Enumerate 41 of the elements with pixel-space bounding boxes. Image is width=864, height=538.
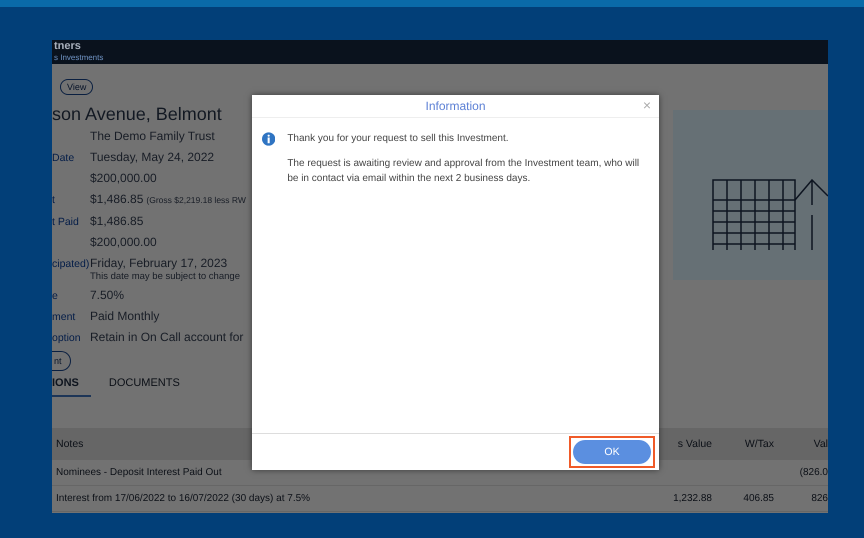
detail-note: (Gross $2,219.18 less RW — [146, 195, 246, 205]
table-cell-text: 406.85 — [742, 493, 775, 504]
view-button[interactable]: View — [60, 79, 94, 95]
close-button[interactable]: × — [638, 97, 655, 113]
table-cell-text: (826.0 — [798, 467, 828, 478]
detail-label: e — [52, 289, 59, 302]
tab[interactable]: IONS — [52, 374, 91, 397]
detail-label: t Paid — [52, 215, 80, 228]
column-header: s Value — [676, 438, 713, 450]
action-button[interactable]: nt — [52, 351, 71, 371]
table-cell-text: 826 — [810, 493, 828, 504]
table-cell-text: Interest from 17/06/2022 to 16/07/2022 (30 days) at 7.5% — [55, 493, 310, 504]
detail-value: $1,486.85 — [90, 192, 144, 206]
detail-value: Tuesday, May 24, 2022 — [90, 150, 214, 164]
table-cell-text: Nominees - Deposit Interest Paid Out — [55, 467, 222, 478]
table-cell-text: 1,232.88 — [672, 493, 713, 504]
detail-label: option — [52, 331, 82, 344]
column-header: W/Tax — [744, 438, 775, 450]
property-title: son Avenue, Belmont — [52, 104, 222, 125]
detail-value: The Demo Family Trust — [90, 129, 215, 143]
detail-label: ment — [52, 310, 76, 323]
ok-button[interactable]: OK — [573, 440, 651, 464]
detail-label: cipated) — [52, 257, 90, 270]
detail-value: Retain in On Call account for — [90, 330, 244, 344]
detail-value: $200,000.00 — [90, 235, 157, 249]
dialog-message: The request is awaiting review and approval from the Investment team, who will be in contact via email within the next 2 business days. — [287, 157, 640, 186]
detail-value: Paid Monthly — [90, 309, 160, 323]
column-header: Val — [812, 438, 828, 450]
dialog-message: Thank you for your request to sell this Investment. — [287, 132, 510, 146]
detail-value: 7.50% — [90, 288, 124, 302]
detail-value: $200,000.00 — [90, 171, 157, 185]
brand-name: tners — [54, 40, 82, 53]
dialog-title: Information — [425, 99, 486, 113]
column-header: Notes — [55, 438, 84, 450]
tab[interactable]: DOCUMENTS — [108, 374, 192, 397]
detail-label: Date — [52, 151, 76, 164]
detail-note: This date may be subject to change — [90, 271, 241, 282]
brand-tagline: s Investments — [54, 53, 104, 63]
detail-value: Friday, February 17, 2023 — [90, 256, 228, 270]
detail-value: $1,486.85 — [90, 214, 144, 228]
detail-label: t — [52, 193, 56, 206]
